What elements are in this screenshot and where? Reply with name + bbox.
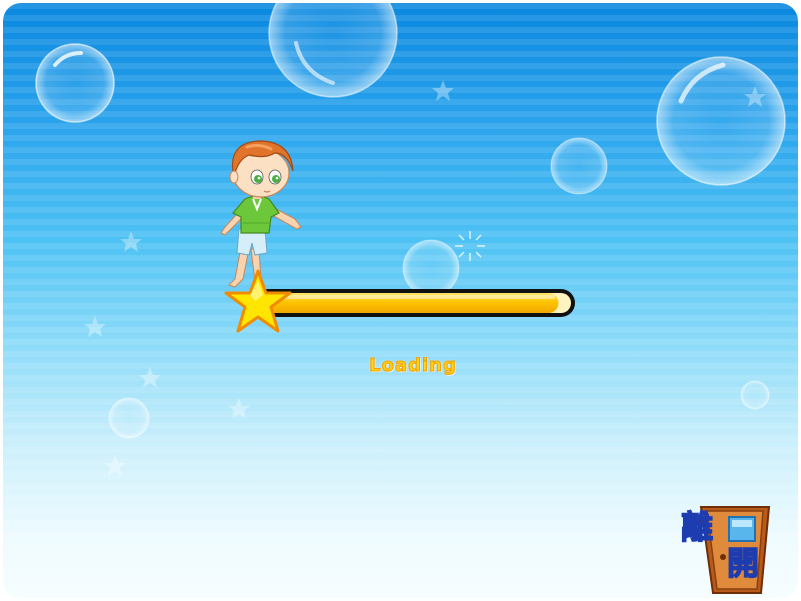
bubble	[268, 3, 398, 98]
loading-bar	[253, 289, 575, 317]
star-icon	[432, 80, 454, 101]
exit-char-2: 開	[726, 544, 760, 582]
star-icon	[139, 367, 161, 388]
loading-label: Loading	[369, 355, 457, 377]
bubble	[550, 137, 608, 195]
star-icon	[84, 316, 106, 337]
sparkle	[455, 231, 485, 261]
star-icon	[120, 231, 142, 252]
star-icon	[104, 455, 126, 476]
bubble	[402, 239, 460, 297]
bubble	[740, 380, 770, 410]
boy-character	[220, 140, 302, 290]
exit-char-1: 離	[680, 508, 714, 546]
game-stage: Loading 離 開	[3, 3, 798, 598]
bubble	[35, 43, 115, 123]
bubble	[108, 397, 150, 439]
exit-button[interactable]: 離 開	[679, 505, 771, 595]
star-icon	[228, 398, 250, 419]
bubble	[656, 56, 786, 186]
